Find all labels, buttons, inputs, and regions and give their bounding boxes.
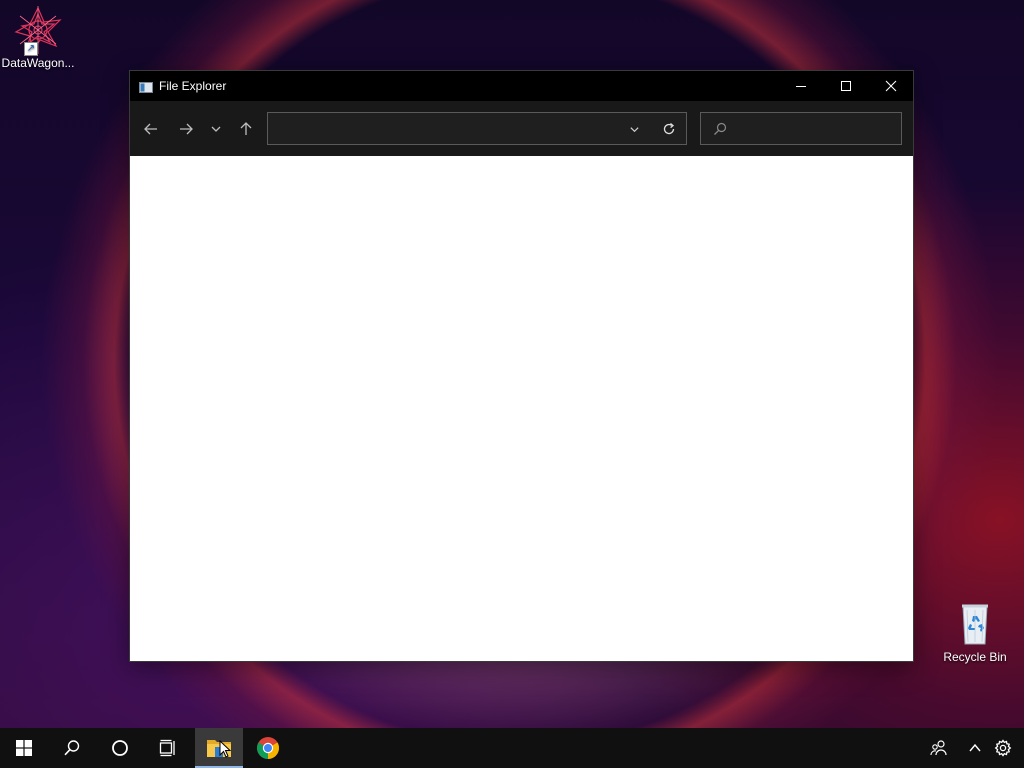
datawagon-icon: ↗	[14, 6, 62, 56]
search-icon	[713, 122, 727, 136]
windows-logo-icon	[16, 740, 32, 756]
up-button[interactable]	[235, 118, 257, 140]
gear-icon	[994, 739, 1012, 757]
refresh-icon	[663, 123, 675, 135]
title-bar[interactable]: File Explorer	[130, 71, 913, 101]
taskbar	[0, 728, 1024, 768]
address-input[interactable]	[276, 113, 620, 146]
close-button[interactable]	[868, 71, 914, 101]
task-view-icon	[159, 739, 175, 757]
minimize-button[interactable]	[778, 71, 824, 101]
people-icon	[930, 740, 947, 756]
cortana-circle-icon	[112, 740, 128, 756]
show-hidden-icons-button[interactable]	[961, 728, 989, 768]
search-input[interactable]	[733, 113, 897, 146]
start-button[interactable]	[0, 728, 48, 768]
chevron-down-icon	[629, 126, 639, 132]
file-explorer-app-icon	[139, 80, 153, 93]
desktop-icon-recycle-bin[interactable]: Recycle Bin	[937, 600, 1013, 664]
chevron-down-icon	[211, 126, 221, 132]
maximize-icon	[841, 81, 851, 91]
navigation-toolbar	[130, 101, 913, 156]
settings-button[interactable]	[989, 728, 1017, 768]
desktop: ↗ DataWagon... Recycle Bin File Explorer	[0, 0, 1024, 768]
taskbar-file-explorer[interactable]	[195, 728, 243, 768]
task-view-button[interactable]	[144, 728, 192, 768]
chevron-up-icon	[969, 743, 981, 752]
close-icon	[885, 80, 897, 92]
window-title: File Explorer	[159, 79, 227, 93]
shortcut-arrow-icon: ↗	[24, 42, 38, 56]
refresh-button[interactable]	[660, 120, 678, 138]
cortana-button[interactable]	[96, 728, 144, 768]
chrome-icon	[257, 737, 279, 759]
arrow-right-icon	[180, 123, 193, 135]
desktop-icon-label: DataWagon...	[1, 56, 75, 70]
file-list-area[interactable]	[130, 156, 913, 661]
minimize-icon	[796, 86, 806, 87]
arrow-up-icon	[240, 122, 252, 135]
forward-button[interactable]	[175, 118, 197, 140]
taskbar-chrome[interactable]	[244, 728, 292, 768]
address-bar[interactable]	[267, 112, 687, 146]
search-icon	[64, 740, 80, 756]
file-explorer-window: File Explorer	[129, 70, 914, 662]
address-dropdown-button[interactable]	[626, 121, 642, 137]
maximize-button[interactable]	[823, 71, 869, 101]
taskbar-search-button[interactable]	[48, 728, 96, 768]
people-button[interactable]	[925, 728, 953, 768]
recent-locations-button[interactable]	[205, 118, 227, 140]
mouse-cursor-icon	[219, 740, 231, 758]
arrow-left-icon	[144, 123, 157, 135]
search-box[interactable]	[700, 112, 902, 146]
back-button[interactable]	[140, 118, 162, 140]
recycle-bin-icon	[951, 600, 999, 648]
desktop-icon-datawagon[interactable]: ↗ DataWagon...	[0, 6, 76, 70]
desktop-icon-label: Recycle Bin	[943, 650, 1007, 664]
